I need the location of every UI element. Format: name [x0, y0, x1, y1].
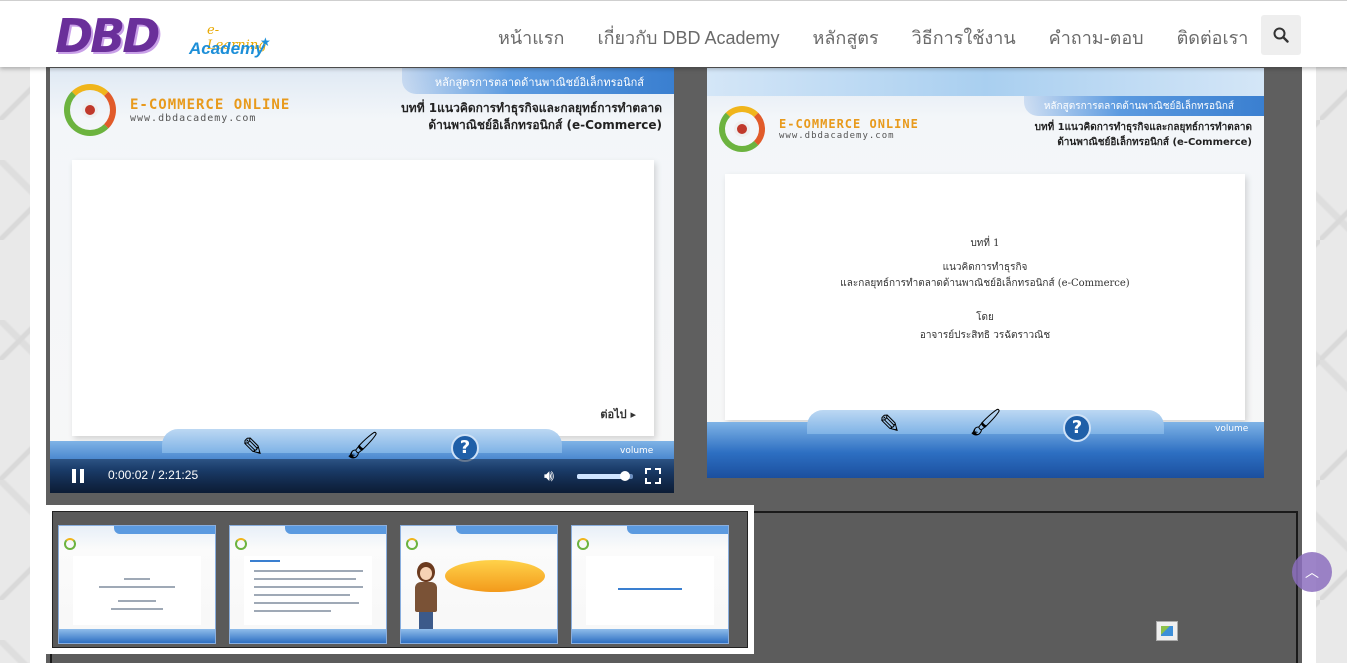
preview-help-icon: ? — [1063, 414, 1091, 442]
preview-pencil-icon: ✎ — [879, 410, 901, 440]
preview-chapter: บทที่ 1 — [970, 238, 1000, 249]
main-nav: หน้าแรก เกี่ยวกับ DBD Academy หลักสูตร ว… — [498, 23, 1281, 52]
preview-title-line1: แนวคิดการทำธุรกิจ — [942, 262, 1028, 273]
current-time: 0:00:02 — [108, 468, 149, 482]
fullscreen-icon[interactable] — [644, 467, 662, 489]
content-left-border — [30, 67, 46, 663]
chapter-title-line1: บทที่ 1แนวคิดการทำธุรกิจและกลยุทธ์การทำต… — [401, 101, 662, 115]
time-separator: / — [151, 468, 155, 482]
duration: 2:21:25 — [158, 468, 199, 482]
preview-title-line2: และกลยุทธ์การทำตลาดด้านพาณิชย์อิเล็กทรอน… — [840, 278, 1130, 289]
course-banner: หลักสูตรการตลาดด้านพาณิชย์อิเล็กทรอนิกส์ — [402, 68, 674, 94]
preview-ecommerce-logo-icon — [719, 106, 765, 152]
ecommerce-online-logo: E-COMMERCE ONLINE www.dbdacademy.com — [64, 84, 290, 136]
preview-slide[interactable]: หลักสูตรการตลาดด้านพาณิชย์อิเล็กทรอนิกส์… — [707, 68, 1264, 478]
chapter-title-line2: ด้านพาณิชย์อิเล็กทรอนิกส์ (e-Commerce) — [428, 118, 662, 132]
preview-brush-icon: 🖌 — [969, 408, 1003, 438]
course-banner-text: หลักสูตรการตลาดด้านพาณิชย์อิเล็กทรอนิกส์ — [434, 76, 644, 89]
star-icon: ★ — [260, 35, 271, 49]
preview-chapter-line2: ด้านพาณิชย์อิเล็กทรอนิกส์ (e-Commerce) — [1057, 137, 1252, 148]
video-controls: 0:00:02 / 2:21:25 🔊︎ — [50, 459, 674, 493]
video-time: 0:00:02 / 2:21:25 — [108, 468, 198, 482]
fullscreen-glyph — [645, 468, 661, 484]
broken-image-icon — [1156, 621, 1178, 641]
thumbnail-container — [52, 511, 748, 648]
volume-slider[interactable] — [577, 471, 633, 481]
brush-icon[interactable]: 🖌 — [346, 431, 379, 461]
speech-bubble — [445, 560, 545, 592]
slide-paper — [72, 160, 654, 436]
nav-about[interactable]: เกี่ยวกับ DBD Academy — [597, 23, 779, 52]
pause-icon[interactable] — [72, 469, 84, 483]
preview-volume-label: volume — [1215, 424, 1249, 434]
nav-contact[interactable]: ติดต่อเรา — [1177, 23, 1249, 52]
thumbnail-slide-4[interactable] — [571, 525, 729, 644]
logo-academy-text: Academy — [189, 39, 265, 58]
search-button[interactable] — [1261, 15, 1301, 55]
chapter-title: บทที่ 1แนวคิดการทำธุรกิจและกลยุทธ์การทำต… — [401, 100, 662, 134]
preview-author: อาจารย์ประสิทธิ วรฉัตราวณิช — [919, 330, 1051, 341]
nav-faq[interactable]: คำถาม-ตอบ — [1049, 23, 1144, 52]
video-player[interactable]: หลักสูตรการตลาดด้านพาณิชย์อิเล็กทรอนิกส์… — [50, 68, 674, 493]
logo-url-text: www.dbdacademy.com — [130, 112, 257, 124]
nav-how-to-use[interactable]: วิธีการใช้งาน — [912, 23, 1016, 52]
logo-brand-text: E-COMMERCE ONLINE — [130, 96, 291, 113]
preview-logo-url-text: www.dbdacademy.com — [779, 131, 895, 141]
preview-header-pattern — [707, 68, 1264, 96]
site-header: DBD e-Learning Academy ★ หน้าแรก เกี่ยวก… — [0, 0, 1347, 67]
preview-paper: บทที่ 1 แนวคิดการทำธุรกิจ และกลยุทธ์การท… — [725, 174, 1245, 420]
ecommerce-logo-icon — [64, 84, 116, 136]
thumbnail-slide-1[interactable] — [58, 525, 216, 644]
preview-ecommerce-logo: E-COMMERCE ONLINE www.dbdacademy.com — [719, 106, 919, 152]
preview-title-block: บทที่ 1 แนวคิดการทำธุรกิจ และกลยุทธ์การท… — [725, 236, 1245, 344]
thumbnail-slide-2[interactable] — [229, 525, 387, 644]
preview-by: โดย — [976, 312, 994, 323]
preview-logo-brand-text: E-COMMERCE ONLINE — [779, 117, 919, 131]
volume-fill — [577, 474, 625, 479]
search-icon — [1273, 27, 1289, 43]
site-logo[interactable]: DBD e-Learning Academy ★ — [55, 9, 275, 65]
nav-courses[interactable]: หลักสูตร — [813, 23, 879, 52]
presenter-character — [411, 562, 441, 634]
chevron-up-icon: ︿ — [1305, 565, 1319, 581]
volume-knob[interactable] — [619, 471, 630, 481]
preview-chapter-title: บทที่ 1แนวคิดการทำธุรกิจและกลยุทธ์การทำต… — [1035, 120, 1252, 150]
volume-icon[interactable]: 🔊︎ — [544, 466, 554, 486]
next-button[interactable]: ต่อไป ▸ — [600, 405, 636, 423]
preview-course-banner-text: หลักสูตรการตลาดด้านพาณิชย์อิเล็กทรอนิกส์ — [1043, 101, 1234, 112]
slide-thumbnail-strip — [46, 505, 754, 654]
slide-volume-label: volume — [620, 446, 654, 456]
preview-course-banner: หลักสูตรการตลาดด้านพาณิชย์อิเล็กทรอนิกส์ — [1024, 96, 1264, 116]
scroll-to-top-button[interactable]: ︿ — [1292, 552, 1332, 592]
help-icon[interactable]: ? — [451, 434, 479, 462]
logo-dbd-text: DBD — [55, 9, 160, 63]
preview-chapter-line1: บทที่ 1แนวคิดการทำธุรกิจและกลยุทธ์การทำต… — [1034, 122, 1252, 133]
nav-home[interactable]: หน้าแรก — [498, 23, 564, 52]
thumbnail-slide-3[interactable] — [400, 525, 558, 644]
